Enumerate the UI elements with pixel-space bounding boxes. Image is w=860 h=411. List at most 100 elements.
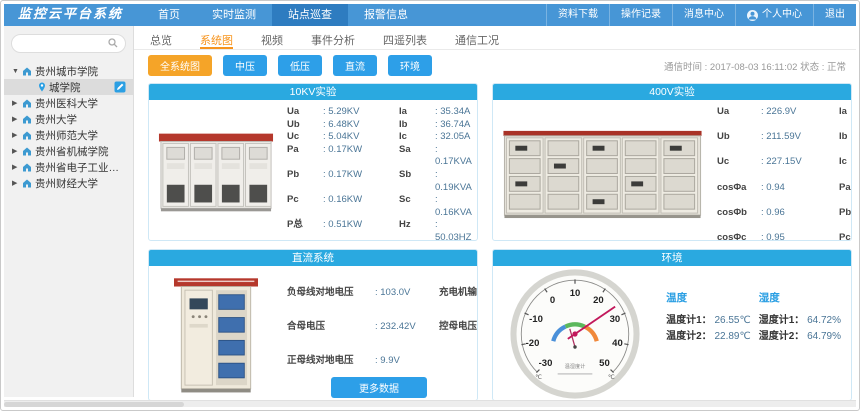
header-menu-item[interactable]: 退出 xyxy=(813,4,856,26)
gauge-tick: -10 xyxy=(529,314,543,325)
search-input[interactable] xyxy=(19,38,108,49)
filter-button[interactable]: 环境 xyxy=(388,55,432,76)
measurement-label: Ua xyxy=(287,106,323,119)
nav-item-label: 报警信息 xyxy=(364,9,408,21)
header-right-menu: 资料下载 操作记录 消息中心 个人中心 退出 xyxy=(546,4,856,26)
tree-item-label: 贵州大学 xyxy=(35,112,77,127)
tree-item[interactable]: 城学院 xyxy=(4,79,133,95)
measurement-value: : 0.96 xyxy=(761,207,839,232)
header-menu-item[interactable]: 资料下载 xyxy=(546,4,609,26)
measurement-row: P总 : 0.51KW Hz : 50.03HZ xyxy=(287,219,471,241)
tab-label: 总览 xyxy=(150,35,172,47)
building-icon xyxy=(22,179,32,188)
measurement-value: : 232.42V xyxy=(375,318,439,352)
top-header: 监控云平台系统 首页 实时监测 站点巡查 报警信息 资料下载 操作记录 xyxy=(4,4,856,26)
measurement-label: cosΦa xyxy=(717,182,761,207)
panel-environment-title: 环境 xyxy=(493,250,851,266)
gauge-tick: 40 xyxy=(612,338,623,349)
filter-button[interactable]: 直流 xyxy=(333,55,377,76)
filter-button[interactable]: 中压 xyxy=(223,55,267,76)
env-reading-label: 湿度计1： xyxy=(759,315,805,326)
tree-item[interactable]: ▶ 贵州医科大学 xyxy=(4,95,133,111)
gauge-tick: 30 xyxy=(609,314,620,325)
header-menu-item[interactable]: 操作记录 xyxy=(609,4,672,26)
comm-status-text: 通信时间 : 2017-08-03 16:11:02 状态 : 正常 xyxy=(664,59,846,73)
filter-button[interactable]: 全系统图 xyxy=(148,55,212,76)
header-menu-label: 个人中心 xyxy=(762,4,802,26)
horizontal-scrollbar[interactable] xyxy=(4,400,856,407)
sidebar-search xyxy=(11,34,126,53)
env-reading-row: 湿度计2： 64.79% xyxy=(759,329,841,345)
tree-item[interactable]: ▶ 贵州省机械学院 xyxy=(4,143,133,159)
tree-expand-arrow[interactable]: ▶ xyxy=(12,147,22,155)
measurement-row: 正母线对地电压 : 9.9V xyxy=(287,352,471,369)
measurements-400v: Ua : 226.9V Ia : 33.94A Ub : 211.59V Ib … xyxy=(717,106,845,241)
env-reading-value: 26.55℃ xyxy=(714,315,750,326)
tab[interactable]: 事件分析 xyxy=(311,32,355,49)
measurement-row: 负母线对地电压 : 103.0V 充电机输出电压 : 247.70V xyxy=(287,284,471,318)
search-icon[interactable] xyxy=(108,35,118,53)
more-data-button[interactable]: 更多数据 xyxy=(331,377,427,398)
tab[interactable]: 视频 xyxy=(261,32,283,49)
tree-expand-arrow[interactable]: ▶ xyxy=(12,179,22,187)
filter-button[interactable]: 低压 xyxy=(278,55,322,76)
measurement-label: Uc xyxy=(717,156,761,181)
filter-button-label: 中压 xyxy=(235,62,255,73)
tree-item[interactable]: ▶ 贵州省电子工业学院 xyxy=(4,159,133,175)
tree-item[interactable]: ▼ 贵州城市学院 xyxy=(4,63,133,79)
header-menu-label: 操作记录 xyxy=(621,4,661,26)
header-menu-item[interactable]: 个人中心 xyxy=(735,4,813,26)
gauge-tick: 0 xyxy=(549,295,554,306)
env-reading-label: 温度计2： xyxy=(666,331,712,342)
tree-item-label: 贵州财经大学 xyxy=(35,176,98,191)
switchgear-10kv-drawing xyxy=(157,125,275,217)
nav-item-label: 站点巡查 xyxy=(288,9,332,21)
nav-item[interactable]: 实时监测 xyxy=(196,4,272,26)
measurement-value: : 227.15V xyxy=(761,156,839,181)
tab[interactable]: 通信工况 xyxy=(455,32,499,49)
header-menu-label: 消息中心 xyxy=(684,4,724,26)
panel-dc-title: 直流系统 xyxy=(149,250,477,266)
tab[interactable]: 四遥列表 xyxy=(383,32,427,49)
edit-icon[interactable] xyxy=(114,81,126,93)
measurement-value: : 0.16KW xyxy=(323,194,399,219)
measurement-row: Uc : 5.04KV Ic : 32.05A xyxy=(287,131,471,144)
tab-label: 四遥列表 xyxy=(383,35,427,47)
filter-button-label: 低压 xyxy=(290,62,310,73)
tree-expand-arrow[interactable]: ▶ xyxy=(12,163,22,171)
tree-item-label: 贵州医科大学 xyxy=(35,96,98,111)
measurement-label: Pc xyxy=(839,232,852,241)
gauge-inner-label: 温湿度计 xyxy=(564,362,585,370)
nav-item[interactable]: 站点巡查 xyxy=(272,4,348,26)
filter-button-label: 全系统图 xyxy=(160,62,200,73)
tree-item[interactable]: ▶ 贵州财经大学 xyxy=(4,175,133,191)
tree-item[interactable]: ▶ 贵州大学 xyxy=(4,111,133,127)
tab[interactable]: 总览 xyxy=(150,32,172,49)
measurement-value: : 0.16KVA xyxy=(435,194,472,219)
panel-400v-title: 400V实验 xyxy=(493,84,851,100)
tree-expand-arrow[interactable]: ▶ xyxy=(12,115,22,123)
scrollbar-thumb[interactable] xyxy=(4,402,184,407)
tree-item[interactable]: ▶ 贵州师范大学 xyxy=(4,127,133,143)
measurement-value: : 50.03HZ xyxy=(435,219,471,241)
panel-dc: 直流系统 xyxy=(148,249,478,401)
measurement-value: : 5.29KV xyxy=(323,106,399,119)
building-icon xyxy=(22,147,32,156)
nav-item[interactable]: 首页 xyxy=(142,4,196,26)
tree-expand-arrow[interactable]: ▶ xyxy=(12,99,22,107)
tab[interactable]: 系统图 xyxy=(200,32,233,49)
measurement-row: Pa : 0.17KW Sa : 0.17KVA xyxy=(287,144,471,169)
building-icon xyxy=(22,163,32,172)
temperature-header: 温度 xyxy=(666,290,751,305)
tree-expand-arrow[interactable]: ▼ xyxy=(12,68,22,75)
app-window: 监控云平台系统 首页 实时监测 站点巡查 报警信息 资料下载 操作记录 xyxy=(0,0,860,411)
nav-item[interactable]: 报警信息 xyxy=(348,4,424,26)
measurement-label: Hz xyxy=(399,219,435,241)
measurement-value: : 36.74A xyxy=(435,119,471,132)
measurements-dc: 负母线对地电压 : 103.0V 充电机输出电压 : 247.70V 合母电压 … xyxy=(287,284,471,369)
measurement-label: Ia xyxy=(839,106,852,131)
user-avatar-icon xyxy=(747,10,758,21)
tree-expand-arrow[interactable]: ▶ xyxy=(12,131,22,139)
measurement-value: : 0.17KW xyxy=(323,144,399,169)
header-menu-item[interactable]: 消息中心 xyxy=(672,4,735,26)
